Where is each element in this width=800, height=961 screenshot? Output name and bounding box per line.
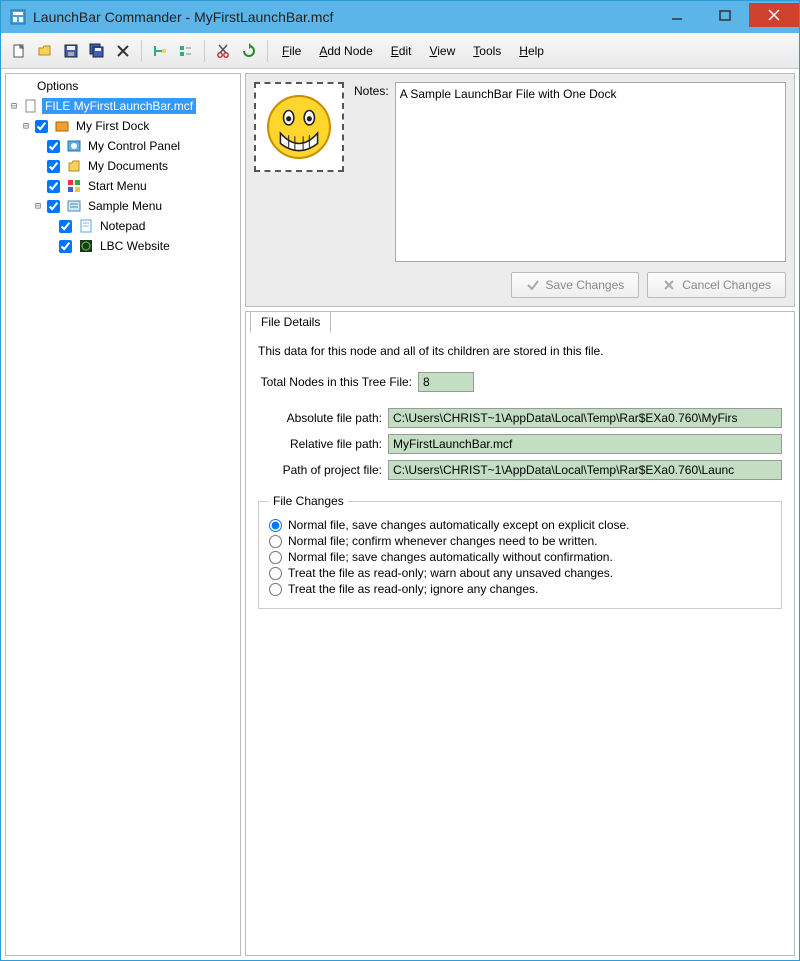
menu-help[interactable]: Help bbox=[511, 40, 552, 62]
node-checkbox[interactable] bbox=[59, 220, 72, 233]
right-panel: Notes: Save Changes Cancel Changes bbox=[245, 73, 795, 956]
relative-path-label: Relative file path: bbox=[258, 437, 388, 451]
minimize-button[interactable] bbox=[653, 3, 701, 27]
notes-panel: Notes: Save Changes Cancel Changes bbox=[245, 73, 795, 307]
notepad-icon bbox=[78, 218, 94, 234]
menu-tools[interactable]: Tools bbox=[465, 40, 509, 62]
radio-option[interactable]: Normal file, save changes automatically … bbox=[269, 518, 771, 532]
node-checkbox[interactable] bbox=[47, 180, 60, 193]
tree-panel: Options ⊟ FILE MyFirstLaunchBar.mcf ⊟ My… bbox=[5, 73, 241, 956]
tree-file-node[interactable]: ⊟ FILE MyFirstLaunchBar.mcf bbox=[8, 96, 238, 116]
node-checkbox[interactable] bbox=[47, 140, 60, 153]
tree-item[interactable]: Notepad bbox=[8, 216, 238, 236]
node-icon-preview[interactable] bbox=[254, 82, 344, 172]
node-checkbox[interactable] bbox=[59, 240, 72, 253]
save-icon[interactable] bbox=[59, 39, 83, 63]
tree-item[interactable]: My Control Panel bbox=[8, 136, 238, 156]
delete-icon[interactable] bbox=[111, 39, 135, 63]
notes-label: Notes: bbox=[354, 82, 389, 262]
toolbar: File Add Node Edit View Tools Help bbox=[1, 33, 799, 69]
node-checkbox[interactable] bbox=[35, 120, 48, 133]
dock-icon bbox=[54, 118, 70, 134]
refresh-icon[interactable] bbox=[237, 39, 261, 63]
menu-add-node[interactable]: Add Node bbox=[311, 40, 380, 62]
tree-item[interactable]: LBC Website bbox=[8, 236, 238, 256]
add-child-icon[interactable] bbox=[148, 39, 172, 63]
collapse-icon[interactable]: ⊟ bbox=[8, 101, 20, 112]
collapse-icon[interactable]: ⊟ bbox=[32, 201, 44, 212]
total-nodes-field bbox=[418, 372, 474, 392]
menu-view[interactable]: View bbox=[421, 40, 463, 62]
new-file-icon[interactable] bbox=[7, 39, 31, 63]
absolute-path-label: Absolute file path: bbox=[258, 411, 388, 425]
collapse-icon[interactable]: ⊟ bbox=[20, 121, 32, 132]
control-panel-icon bbox=[66, 138, 82, 154]
check-icon bbox=[526, 278, 540, 292]
toolbar-separator bbox=[204, 40, 205, 62]
documents-icon bbox=[66, 158, 82, 174]
save-all-icon[interactable] bbox=[85, 39, 109, 63]
file-icon bbox=[23, 98, 39, 114]
tree-item[interactable]: ⊟ My First Dock bbox=[8, 116, 238, 136]
window-controls bbox=[653, 7, 799, 27]
radio-option[interactable]: Normal file; save changes automatically … bbox=[269, 550, 771, 564]
notes-textarea[interactable] bbox=[395, 82, 786, 262]
titlebar: LaunchBar Commander - MyFirstLaunchBar.m… bbox=[1, 1, 799, 33]
project-path-label: Path of project file: bbox=[258, 463, 388, 477]
toolbar-separator bbox=[141, 40, 142, 62]
menu-file[interactable]: File bbox=[274, 40, 309, 62]
open-folder-icon[interactable] bbox=[33, 39, 57, 63]
radio-option[interactable]: Treat the file as read-only; ignore any … bbox=[269, 582, 771, 596]
menu-edit[interactable]: Edit bbox=[383, 40, 420, 62]
tree-header: Options bbox=[8, 76, 238, 96]
details-description: This data for this node and all of its c… bbox=[258, 344, 782, 358]
details-panel: File Details This data for this node and… bbox=[245, 311, 795, 956]
tree-item[interactable]: Start Menu bbox=[8, 176, 238, 196]
cancel-changes-button[interactable]: Cancel Changes bbox=[647, 272, 786, 298]
project-path-field bbox=[388, 460, 782, 480]
close-button[interactable] bbox=[749, 3, 799, 27]
maximize-button[interactable] bbox=[701, 3, 749, 27]
content-area: Options ⊟ FILE MyFirstLaunchBar.mcf ⊟ My… bbox=[1, 69, 799, 960]
app-icon bbox=[9, 8, 27, 26]
window-title: LaunchBar Commander - MyFirstLaunchBar.m… bbox=[33, 9, 653, 25]
website-icon bbox=[78, 238, 94, 254]
absolute-path-field bbox=[388, 408, 782, 428]
tab-file-details[interactable]: File Details bbox=[250, 311, 331, 333]
add-sibling-icon[interactable] bbox=[174, 39, 198, 63]
node-tree[interactable]: Options ⊟ FILE MyFirstLaunchBar.mcf ⊟ My… bbox=[8, 76, 238, 256]
relative-path-field bbox=[388, 434, 782, 454]
node-checkbox[interactable] bbox=[47, 200, 60, 213]
cancel-icon bbox=[662, 278, 676, 292]
save-changes-button[interactable]: Save Changes bbox=[511, 272, 640, 298]
app-window: LaunchBar Commander - MyFirstLaunchBar.m… bbox=[0, 0, 800, 961]
tree-item[interactable]: ⊟ Sample Menu bbox=[8, 196, 238, 216]
smiley-icon bbox=[266, 94, 332, 160]
file-changes-group: File Changes Normal file, save changes a… bbox=[258, 494, 782, 609]
total-nodes-label: Total Nodes in this Tree File: bbox=[258, 375, 418, 389]
radio-option[interactable]: Normal file; confirm whenever changes ne… bbox=[269, 534, 771, 548]
radio-option[interactable]: Treat the file as read-only; warn about … bbox=[269, 566, 771, 580]
menu-icon bbox=[66, 198, 82, 214]
start-menu-icon bbox=[66, 178, 82, 194]
node-checkbox[interactable] bbox=[47, 160, 60, 173]
tree-item[interactable]: My Documents bbox=[8, 156, 238, 176]
file-changes-legend: File Changes bbox=[269, 494, 348, 508]
toolbar-separator bbox=[267, 40, 268, 62]
cut-icon[interactable] bbox=[211, 39, 235, 63]
